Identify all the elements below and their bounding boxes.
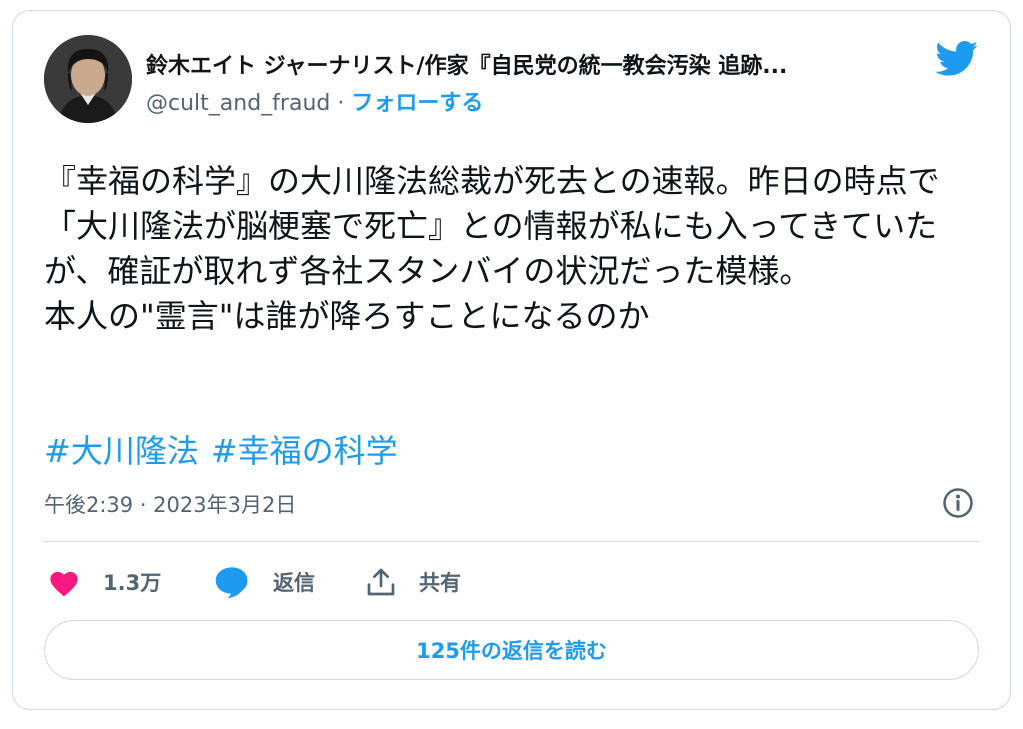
follow-button[interactable]: フォローする: [351, 91, 483, 116]
tweet-text: 『幸福の科学』の大川隆法総裁が死去との速報。昨日の時点で「大川隆法が脳梗塞で死亡…: [44, 162, 940, 335]
share-label: 共有: [419, 571, 461, 595]
tweet-card: 鈴木エイト ジャーナリスト/作家『自民党の統一教会汚染 追跡... @cult_…: [12, 10, 1011, 710]
author-name[interactable]: 鈴木エイト ジャーナリスト/作家『自民党の統一教会汚染 追跡...: [146, 48, 906, 80]
heart-icon: [50, 571, 78, 597]
hashtag-link[interactable]: #幸福の科学: [211, 432, 398, 470]
like-button[interactable]: 1.3万: [47, 564, 161, 600]
reply-label: 返信: [273, 571, 315, 595]
share-button[interactable]: 共有: [365, 564, 461, 600]
hashtag-list: #大川隆法 #幸福の科学: [44, 429, 410, 474]
handle-separator: ·: [337, 91, 345, 116]
share-icon: [367, 568, 395, 596]
author-handle[interactable]: @cult_and_fraud: [146, 91, 330, 116]
info-icon[interactable]: [942, 487, 974, 519]
reply-button[interactable]: 返信: [213, 564, 315, 600]
avatar[interactable]: [44, 35, 132, 123]
author-handle-line: @cult_and_fraud · フォローする: [146, 85, 483, 117]
speech-bubble-icon: [215, 567, 248, 599]
tweet-timestamp[interactable]: 午後2:39 · 2023年3月2日: [44, 489, 296, 519]
hashtag-link[interactable]: #大川隆法: [44, 432, 199, 470]
read-replies-button[interactable]: 125件の返信を読む: [44, 620, 979, 680]
divider: [44, 541, 979, 542]
twitter-bird-icon[interactable]: [935, 41, 979, 77]
like-count: 1.3万: [103, 571, 162, 595]
